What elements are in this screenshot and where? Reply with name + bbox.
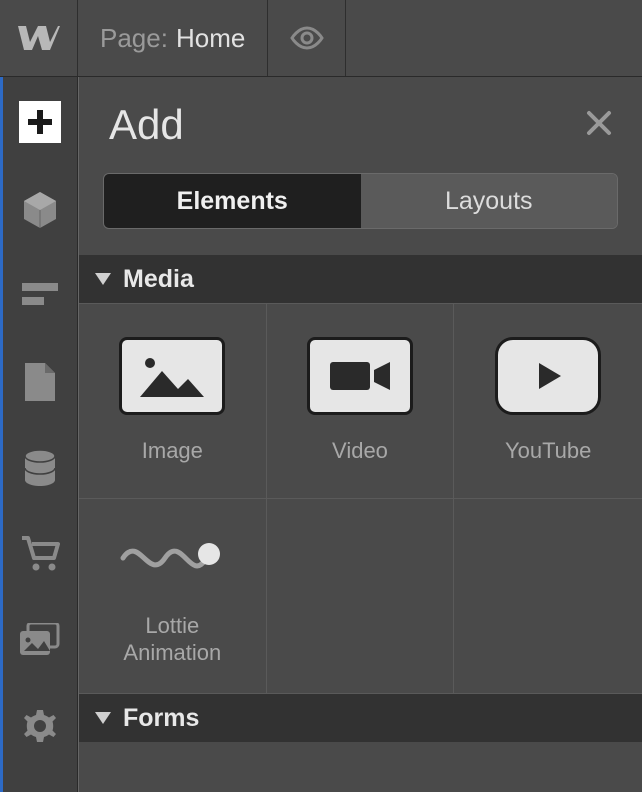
element-image[interactable]: Image xyxy=(79,304,267,499)
image-thumb xyxy=(119,337,225,415)
section-media-title: Media xyxy=(123,265,194,294)
main: Add Elements Layouts Media xyxy=(0,77,642,792)
empty-cell-2 xyxy=(454,499,642,694)
sidebar-pages[interactable] xyxy=(3,339,77,425)
video-thumb xyxy=(307,337,413,415)
add-panel: Add Elements Layouts Media xyxy=(78,77,642,792)
add-button xyxy=(19,101,61,143)
element-image-label: Image xyxy=(142,437,203,465)
element-lottie-label: Lottie Animation xyxy=(123,612,221,667)
panel-title: Add xyxy=(109,101,184,149)
panel-tabs: Elements Layouts xyxy=(103,173,618,229)
youtube-thumb xyxy=(495,337,601,415)
page-name: Home xyxy=(176,23,245,54)
caret-down-icon xyxy=(95,712,111,724)
webflow-logo[interactable] xyxy=(0,0,78,76)
sidebar-assets[interactable] xyxy=(3,597,77,683)
lottie-icon xyxy=(119,530,225,586)
database-icon xyxy=(23,449,57,487)
tab-elements-label: Elements xyxy=(177,187,288,216)
play-icon xyxy=(531,359,565,393)
assets-icon xyxy=(20,623,60,657)
close-button[interactable] xyxy=(586,110,612,141)
element-lottie[interactable]: Lottie Animation xyxy=(79,499,267,694)
box-icon xyxy=(22,190,58,230)
section-media-header[interactable]: Media xyxy=(79,255,642,303)
lottie-thumb xyxy=(119,526,225,590)
element-video-label: Video xyxy=(332,437,388,465)
tab-layouts-label: Layouts xyxy=(445,187,533,216)
page-selector[interactable]: Page: Home xyxy=(78,0,268,76)
sidebar-settings[interactable] xyxy=(3,683,77,769)
preview-button[interactable] xyxy=(268,0,346,76)
element-youtube[interactable]: YouTube xyxy=(454,304,642,499)
sidebar-ecommerce[interactable] xyxy=(3,511,77,597)
caret-down-icon xyxy=(95,273,111,285)
sidebar-navigator[interactable] xyxy=(3,167,77,253)
eye-icon xyxy=(290,26,324,50)
panel-header: Add xyxy=(79,77,642,173)
tab-layouts[interactable]: Layouts xyxy=(361,174,618,228)
sidebar-add[interactable] xyxy=(3,77,77,167)
gear-icon xyxy=(22,708,58,744)
topbar: Page: Home xyxy=(0,0,642,77)
webflow-logo-icon xyxy=(18,24,60,52)
sidebar-style[interactable] xyxy=(3,253,77,339)
section-forms-title: Forms xyxy=(123,704,199,733)
image-icon xyxy=(132,349,212,403)
media-grid: Image Video YouTube xyxy=(79,303,642,694)
page-icon xyxy=(25,363,55,401)
page-label: Page: xyxy=(100,23,168,54)
element-youtube-label: YouTube xyxy=(505,437,591,465)
sidebar-cms[interactable] xyxy=(3,425,77,511)
plus-icon xyxy=(26,108,54,136)
section-forms-header[interactable]: Forms xyxy=(79,694,642,742)
cart-icon xyxy=(20,536,60,572)
element-video[interactable]: Video xyxy=(267,304,455,499)
left-sidebar xyxy=(0,77,78,792)
empty-cell-1 xyxy=(267,499,455,694)
tab-elements[interactable]: Elements xyxy=(104,174,361,228)
layout-icon xyxy=(22,283,58,309)
close-icon xyxy=(586,110,612,136)
video-icon xyxy=(324,354,396,398)
